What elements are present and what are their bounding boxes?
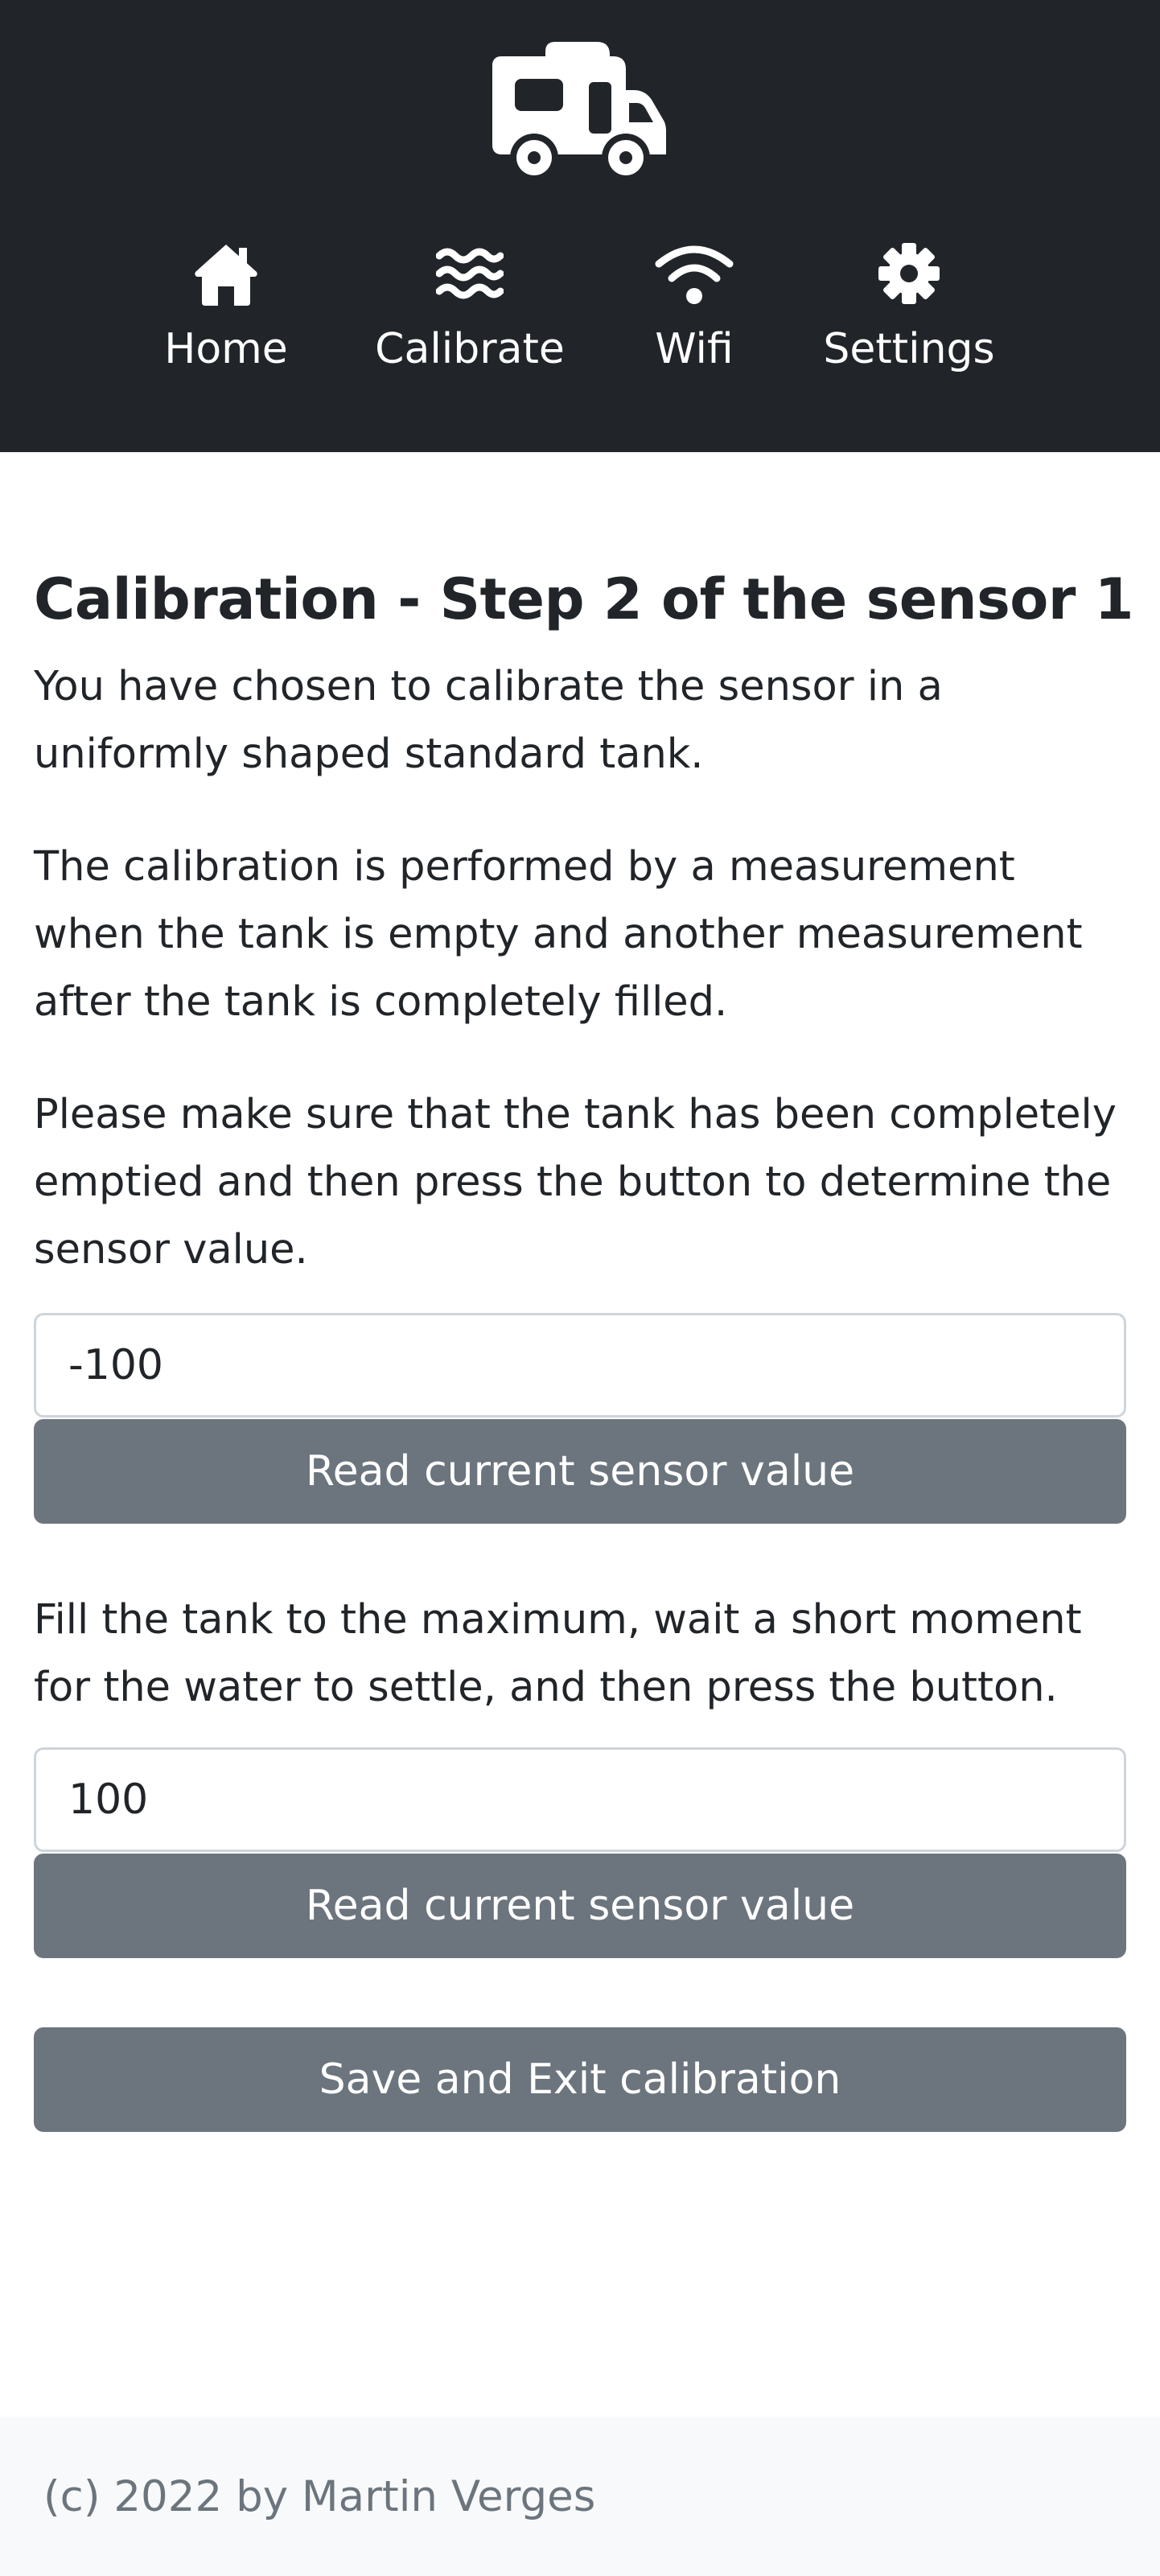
intro-text: You have chosen to calibrate the sensor … <box>34 663 943 778</box>
home-icon <box>195 245 257 306</box>
nav-wifi-label: Wifi <box>655 325 734 373</box>
full-value-input[interactable] <box>34 1747 1126 1852</box>
nav-calibrate[interactable]: Calibrate <box>365 240 574 385</box>
nav-calibrate-label: Calibrate <box>375 325 565 373</box>
nav-settings-label: Settings <box>823 325 995 373</box>
wifi-icon <box>655 245 734 304</box>
explanation-text: The calibration is performed by a measur… <box>34 843 1083 1026</box>
footer: (c) 2022 by Martin Verges <box>0 2417 1160 2576</box>
caravan-icon[interactable] <box>492 42 666 182</box>
save-exit-button[interactable]: Save and Exit calibration <box>34 2027 1126 2132</box>
read-empty-value-button[interactable]: Read current sensor value <box>34 1419 1126 1524</box>
read-full-value-button[interactable]: Read current sensor value <box>34 1854 1126 1958</box>
empty-instruction: Please make sure that the tank has been … <box>34 1091 1117 1274</box>
nav-home[interactable]: Home <box>146 240 306 385</box>
nav-home-label: Home <box>164 325 288 373</box>
full-instruction: Fill the tank to the maximum, wait a sho… <box>34 1596 1082 1711</box>
empty-value-input[interactable] <box>34 1313 1126 1418</box>
gear-icon <box>878 243 940 304</box>
calibration-content: Calibration - Step 2 of the sensor 1 You… <box>34 563 1133 2132</box>
footer-copyright: (c) 2022 by Martin Verges <box>43 2472 596 2521</box>
water-icon <box>436 248 504 299</box>
top-navbar: Home Calibrate Wifi Settings <box>0 0 1160 452</box>
page-title: Calibration - Step 2 of the sensor 1 <box>34 566 1133 632</box>
nav-settings[interactable]: Settings <box>812 240 1006 385</box>
nav-wifi[interactable]: Wifi <box>626 240 763 385</box>
